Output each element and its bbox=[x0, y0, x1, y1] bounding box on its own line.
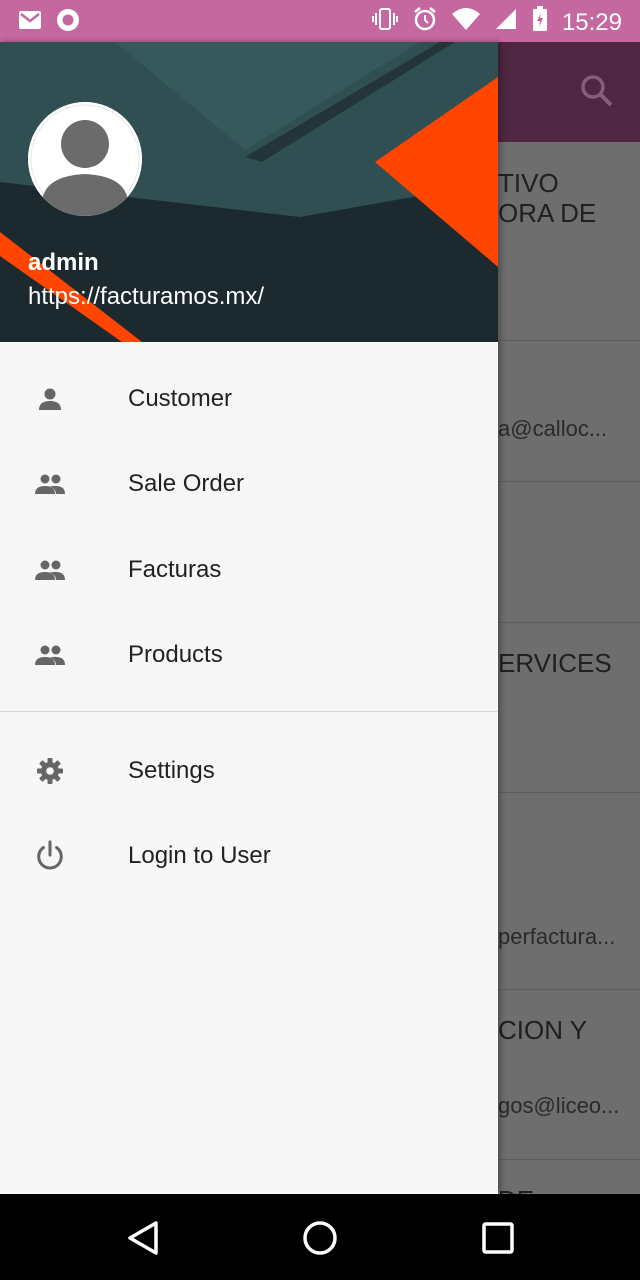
system-nav-bar bbox=[0, 1194, 640, 1280]
signal-icon bbox=[494, 7, 518, 38]
power-icon bbox=[34, 840, 66, 872]
gmail-icon bbox=[18, 10, 42, 35]
menu-item-label: Settings bbox=[128, 757, 215, 784]
menu-item-settings[interactable]: Settings bbox=[0, 736, 498, 806]
list-item-line: CION Y bbox=[498, 1015, 588, 1045]
status-left bbox=[18, 8, 80, 37]
status-time: 15:29 bbox=[561, 8, 622, 36]
menu-item-label: Customer bbox=[128, 385, 233, 412]
drawer-header: admin https://facturamos.mx/ bbox=[0, 42, 498, 342]
list-item-line: a@calloc... bbox=[498, 416, 608, 441]
person-avatar-icon bbox=[28, 102, 142, 216]
menu-item-sale-order[interactable]: Sale Order bbox=[0, 449, 498, 519]
menu-item-label: Login to User bbox=[128, 842, 271, 869]
group-icon bbox=[34, 468, 66, 500]
list-item-line: perfactura... bbox=[498, 924, 616, 949]
menu-item-facturas[interactable]: Facturas bbox=[0, 535, 498, 605]
battery-icon bbox=[532, 6, 548, 39]
menu-item-label: Products bbox=[128, 641, 223, 668]
vibrate-icon bbox=[371, 7, 398, 38]
menu-item-customer[interactable]: Customer bbox=[0, 364, 498, 434]
recents-icon[interactable] bbox=[478, 1218, 518, 1258]
group-icon bbox=[34, 554, 66, 586]
navigation-drawer: admin https://facturamos.mx/ Customer Sa… bbox=[0, 42, 498, 1194]
list-item-line: ORA DE bbox=[498, 198, 597, 228]
person-icon bbox=[34, 383, 66, 415]
menu-divider bbox=[0, 711, 498, 712]
user-url: https://facturamos.mx/ bbox=[28, 283, 265, 310]
list-item-line: gos@liceo... bbox=[498, 1093, 620, 1118]
status-bar: 15:29 bbox=[0, 0, 640, 42]
alarm-icon bbox=[412, 6, 438, 39]
group-icon bbox=[34, 639, 66, 671]
avatar[interactable] bbox=[28, 102, 142, 216]
status-right: 15:29 bbox=[371, 6, 622, 39]
back-icon[interactable] bbox=[124, 1218, 164, 1258]
home-icon[interactable] bbox=[300, 1218, 340, 1258]
notification-icon bbox=[56, 8, 80, 37]
menu-item-products[interactable]: Products bbox=[0, 620, 498, 690]
user-name: admin bbox=[28, 249, 99, 276]
menu-item-label: Facturas bbox=[128, 556, 222, 583]
search-icon[interactable] bbox=[580, 74, 614, 113]
list-item-line: TIVO bbox=[498, 168, 559, 198]
list-item-line: ERVICES bbox=[498, 648, 612, 678]
menu-item-login-to-user[interactable]: Login to User bbox=[0, 821, 498, 891]
menu-item-label: Sale Order bbox=[128, 470, 245, 497]
gear-icon bbox=[34, 755, 66, 787]
wifi-icon bbox=[451, 8, 480, 37]
